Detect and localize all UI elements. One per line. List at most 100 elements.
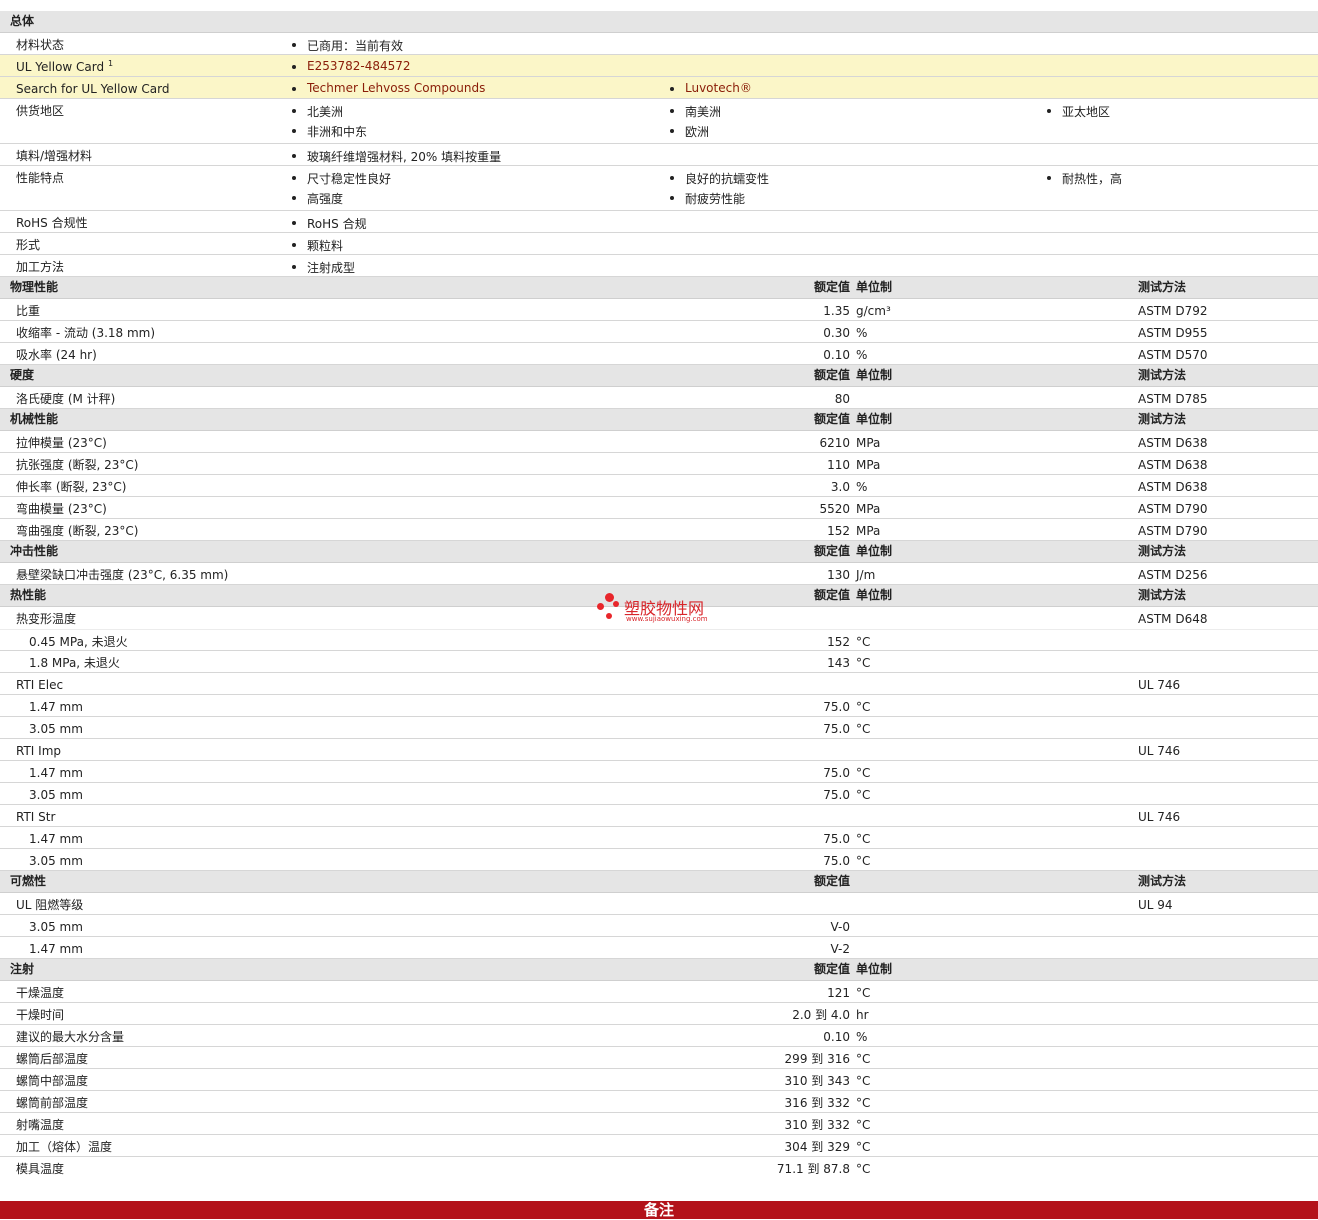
row-test: ASTM D638 [1138, 480, 1208, 494]
row-label: UL Yellow Card 1 [16, 59, 114, 75]
row-test: ASTM D638 [1138, 436, 1208, 450]
table-row: 1.47 mm 75.0 °C [0, 695, 1318, 717]
row-value: 75.0 [823, 788, 850, 802]
row-unit: °C [856, 635, 871, 649]
col-rated: 额定值 [813, 544, 850, 558]
row-material-status: 材料状态 已商用：当前有效 [0, 33, 1318, 55]
col-unit: 单位制 [856, 544, 893, 558]
row-label: 螺筒中部温度 [16, 1074, 89, 1088]
row-label: 伸长率 (断裂, 23°C) [16, 480, 127, 494]
section-title: 可燃性 [10, 874, 47, 888]
row-unit: °C [856, 832, 871, 846]
bullet-value: RoHS 合规 [292, 215, 367, 232]
col-rated: 额定值 [813, 368, 850, 382]
row-label: 干燥时间 [16, 1008, 65, 1022]
section-title: 物理性能 [10, 280, 59, 294]
table-row: 螺筒前部温度 316 到 332 °C [0, 1091, 1318, 1113]
row-label: 抗张强度 (断裂, 23°C) [16, 458, 139, 472]
table-row: 收缩率 - 流动 (3.18 mm) 0.30 % ASTM D955 [0, 321, 1318, 343]
col-unit: 单位制 [856, 412, 893, 426]
row-unit: hr [856, 1008, 869, 1022]
col-rated: 额定值 [813, 412, 850, 426]
section-header-general: 总体 [0, 11, 1318, 33]
row-unit: % [856, 326, 868, 340]
table-row: 模具温度 71.1 到 87.8 °C [0, 1157, 1318, 1179]
row-unit: °C [856, 788, 871, 802]
col-unit: 单位制 [856, 962, 893, 976]
bullet-value: 尺寸稳定性良好 [292, 170, 391, 187]
section-header-hardness: 硬度 额定值 单位制 测试方法 [0, 365, 1318, 387]
row-label: 1.47 mm [29, 766, 83, 780]
row-label: 形式 [16, 238, 41, 252]
row-value: 143 [827, 656, 850, 670]
row-label: 1.47 mm [29, 700, 83, 714]
row-value: 80 [834, 392, 850, 406]
table-row: 0.45 MPa, 未退火 152 °C [0, 629, 1318, 651]
row-value: 310 到 343 [784, 1074, 850, 1088]
row-label: 建议的最大水分含量 [16, 1030, 125, 1044]
row-label: 填料/增强材料 [16, 149, 93, 163]
row-unit: MPa [856, 502, 881, 516]
table-row: 拉伸模量 (23°C) 6210 MPa ASTM D638 [0, 431, 1318, 453]
row-label: 3.05 mm [29, 920, 83, 934]
row-process: 加工方法 注射成型 [0, 255, 1318, 277]
bullet-value: 亚太地区 [1047, 103, 1110, 120]
table-row: 1.8 MPa, 未退火 143 °C [0, 651, 1318, 673]
row-value: 110 [827, 458, 850, 472]
table-row: 比重 1.35 g/cm³ ASTM D792 [0, 299, 1318, 321]
table-row: 螺筒后部温度 299 到 316 °C [0, 1047, 1318, 1069]
row-value: 75.0 [823, 854, 850, 868]
row-label: 拉伸模量 (23°C) [16, 436, 107, 450]
logo-dot-icon [597, 603, 604, 610]
section-header-physical: 物理性能 额定值 单位制 测试方法 [0, 277, 1318, 299]
table-row: 洛氏硬度 (M 计秤) 80 ASTM D785 [0, 387, 1318, 409]
row-label: 供货地区 [16, 104, 65, 118]
row-unit: °C [856, 700, 871, 714]
row-test: ASTM D638 [1138, 458, 1208, 472]
section-header-flammability: 可燃性 额定值 测试方法 [0, 871, 1318, 893]
table-row: 吸水率 (24 hr) 0.10 % ASTM D570 [0, 343, 1318, 365]
row-unit: % [856, 480, 868, 494]
row-label: 收缩率 - 流动 (3.18 mm) [16, 326, 156, 340]
row-value: 121 [827, 986, 850, 1000]
col-test: 测试方法 [1138, 412, 1187, 426]
row-unit: MPa [856, 524, 881, 538]
table-row: 3.05 mm 75.0 °C [0, 849, 1318, 871]
section-header-impact: 冲击性能 额定值 单位制 测试方法 [0, 541, 1318, 563]
bullet-value: 耐疲劳性能 [670, 190, 745, 207]
bullet-value: 注射成型 [292, 259, 355, 276]
bullet-value: 欧洲 [670, 123, 709, 140]
row-value: 2.0 到 4.0 [792, 1008, 850, 1022]
table-row-group-header: RTI Elec UL 746 [0, 673, 1318, 695]
notes-label: 备注 [643, 1201, 674, 1219]
row-label: RTI Imp [16, 744, 61, 758]
row-unit: °C [856, 766, 871, 780]
notes-bar[interactable]: 备注 [0, 1201, 1318, 1219]
table-row: 螺筒中部温度 310 到 343 °C [0, 1069, 1318, 1091]
ul-card-link[interactable]: E253782-484572 [292, 59, 411, 73]
row-value: V-2 [830, 942, 850, 956]
luvotech-link[interactable]: Luvotech® [670, 81, 752, 95]
techmer-link[interactable]: Techmer Lehvoss Compounds [292, 81, 485, 95]
logo-dot-icon [606, 613, 612, 619]
col-test: 测试方法 [1138, 368, 1187, 382]
row-label: 模具温度 [16, 1162, 65, 1176]
row-label: 螺筒后部温度 [16, 1052, 89, 1066]
table-row: 弯曲模量 (23°C) 5520 MPa ASTM D790 [0, 497, 1318, 519]
bullet-value: 南美洲 [670, 103, 721, 120]
row-label: 洛氏硬度 (M 计秤) [16, 392, 116, 406]
row-value: 3.0 [830, 480, 850, 494]
row-value: 0.30 [823, 326, 850, 340]
row-value: 1.35 [823, 304, 850, 318]
table-row: 悬壁梁缺口冲击强度 (23°C, 6.35 mm) 130 J/m ASTM D… [0, 563, 1318, 585]
row-ul-yellow-card: UL Yellow Card 1 E253782-484572 [0, 55, 1318, 77]
table-row-group-header: RTI Str UL 746 [0, 805, 1318, 827]
row-unit: °C [856, 854, 871, 868]
table-row: 伸长率 (断裂, 23°C) 3.0 % ASTM D638 [0, 475, 1318, 497]
table-row: 抗张强度 (断裂, 23°C) 110 MPa ASTM D638 [0, 453, 1318, 475]
section-title: 总体 [10, 14, 35, 28]
col-rated: 额定值 [813, 280, 850, 294]
row-label: 比重 [16, 304, 41, 318]
row-label: RTI Elec [16, 678, 64, 692]
row-label: 弯曲强度 (断裂, 23°C) [16, 524, 139, 538]
